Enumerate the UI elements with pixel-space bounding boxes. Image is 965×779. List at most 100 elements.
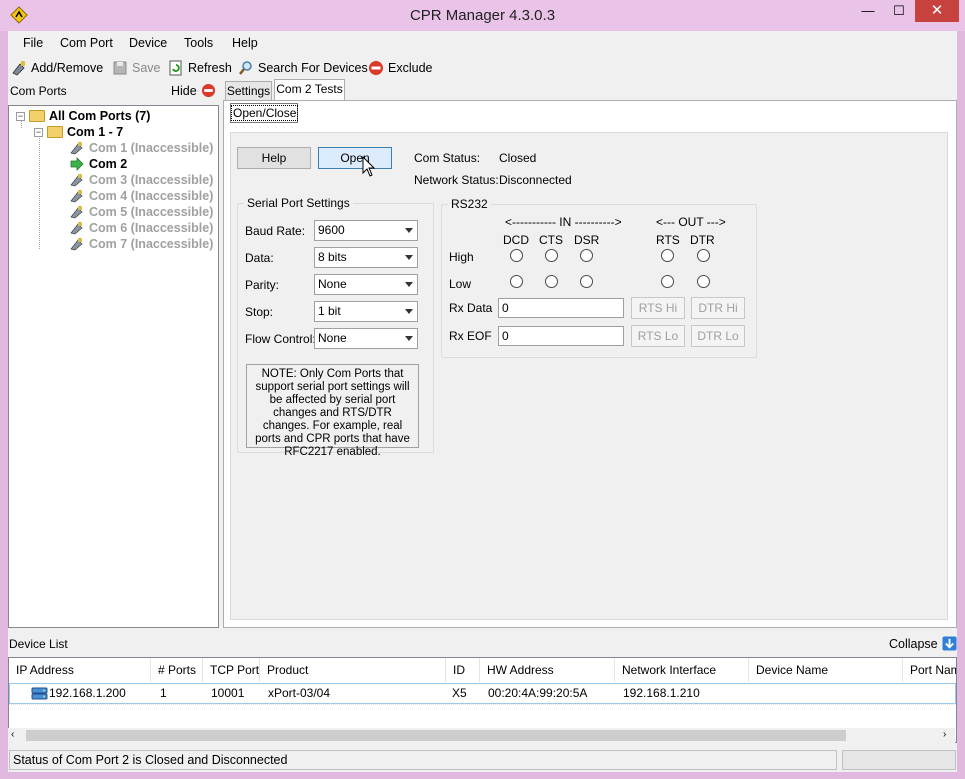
minimize-button[interactable]: —: [853, 0, 883, 22]
mouse-cursor-icon: [362, 156, 376, 177]
cell-ip-address: 192.168.1.200: [49, 686, 126, 700]
add-remove-button[interactable]: Add/Remove: [11, 59, 103, 77]
dtr-lo-button[interactable]: DTR Lo: [691, 325, 745, 347]
parity-label: Parity:: [245, 278, 280, 292]
com-ports-tree[interactable]: − All Com Ports (7) − Com 1 - 7 Com 1 (I…: [8, 105, 219, 628]
scroll-left-icon[interactable]: ‹: [11, 729, 14, 740]
search-devices-button[interactable]: Search For Devices: [238, 59, 368, 77]
tree-item-com6[interactable]: Com 6 (Inaccessible): [70, 220, 213, 236]
tree-group-label: Com 1 - 7: [67, 125, 124, 139]
collapse-icon[interactable]: −: [34, 127, 43, 137]
exclude-icon: [369, 61, 383, 75]
tree-item-label: Com 2: [89, 157, 128, 171]
folder-open-icon: [29, 110, 45, 122]
flow-control-select[interactable]: None: [314, 328, 418, 349]
exclude-label: Exclude: [388, 61, 433, 75]
col-ip-address[interactable]: IP Address: [9, 658, 151, 682]
col-ports[interactable]: # Ports: [151, 658, 203, 682]
hide-button[interactable]: Hide: [171, 83, 216, 98]
tree-item-com4[interactable]: Com 4 (Inaccessible): [70, 188, 213, 204]
low-label: Low: [449, 277, 472, 291]
cell-product: xPort-03/04: [268, 686, 331, 700]
save-icon: [113, 61, 127, 75]
high-label: High: [449, 250, 474, 264]
col-product[interactable]: Product: [260, 658, 446, 682]
tree-item-com5[interactable]: Com 5 (Inaccessible): [70, 204, 213, 220]
horizontal-scrollbar[interactable]: ‹ ›: [8, 728, 955, 743]
col-device-name[interactable]: Device Name: [749, 658, 903, 682]
menu-com-port[interactable]: Com Port: [60, 36, 113, 50]
cell-hw-address: 00:20:4A:99:20:5A: [488, 686, 588, 700]
scroll-right-icon[interactable]: ›: [943, 729, 946, 740]
chevron-down-icon: [405, 336, 413, 341]
out-signals-label: <--- OUT --->: [656, 215, 726, 229]
chevron-down-icon: [405, 228, 413, 233]
port-inaccessible-icon: [70, 174, 83, 187]
dsr-label: DSR: [574, 233, 600, 247]
rts-hi-button[interactable]: RTS Hi: [631, 297, 685, 319]
subtab-open-close[interactable]: Open/Close: [230, 103, 299, 123]
close-button[interactable]: ✕: [915, 0, 959, 22]
col-port-name[interactable]: Port Name: [903, 658, 956, 682]
title-bar[interactable]: CPR Manager 4.3.0.3 — ☐ ✕: [0, 0, 965, 31]
port-inaccessible-icon: [70, 222, 83, 235]
collapse-icon[interactable]: −: [16, 111, 25, 121]
rts-label: RTS: [656, 233, 680, 247]
status-progress: [842, 750, 956, 770]
rx-eof-label: Rx EOF: [449, 329, 492, 343]
network-status-label: Network Status:: [414, 173, 499, 187]
hide-label: Hide: [171, 83, 197, 98]
tree-root-label: All Com Ports (7): [49, 109, 151, 123]
search-devices-label: Search For Devices: [258, 61, 368, 75]
refresh-button[interactable]: Refresh: [168, 59, 232, 77]
tree-item-com1[interactable]: Com 1 (Inaccessible): [70, 140, 213, 156]
open-button[interactable]: Open: [318, 147, 392, 169]
baud-rate-select[interactable]: 9600: [314, 220, 418, 241]
table-row[interactable]: [9, 683, 956, 704]
tree-item-label: Com 5 (Inaccessible): [89, 205, 214, 219]
menu-help[interactable]: Help: [232, 36, 258, 50]
data-bits-value: 8 bits: [318, 250, 347, 264]
tree-item-com3[interactable]: Com 3 (Inaccessible): [70, 172, 213, 188]
collapse-button[interactable]: Collapse: [889, 636, 957, 651]
menu-tools[interactable]: Tools: [184, 36, 213, 50]
tree-item-label: Com 7 (Inaccessible): [89, 237, 214, 251]
arrow-down-icon: [942, 636, 957, 651]
chevron-down-icon: [405, 255, 413, 260]
port-inaccessible-icon: [70, 238, 83, 251]
tab-com2-tests[interactable]: Com 2 Tests: [274, 79, 345, 101]
tree-item-com2[interactable]: Com 2: [70, 156, 127, 172]
folder-open-icon: [47, 126, 63, 138]
col-tcp-port[interactable]: TCP Port: [203, 658, 260, 682]
tab-settings[interactable]: Settings: [225, 81, 272, 101]
cell-ports: 1: [160, 686, 167, 700]
col-id[interactable]: ID: [446, 658, 480, 682]
refresh-icon: [169, 60, 182, 76]
scrollbar-thumb[interactable]: [26, 730, 846, 741]
cell-tcp-port: 10001: [211, 686, 245, 700]
help-button[interactable]: Help: [237, 147, 311, 169]
data-bits-select[interactable]: 8 bits: [314, 247, 418, 268]
parity-select[interactable]: None: [314, 274, 418, 295]
tree-group[interactable]: − Com 1 - 7: [34, 124, 123, 140]
menu-file[interactable]: File: [23, 36, 43, 50]
rx-data-label: Rx Data: [449, 301, 493, 315]
save-button[interactable]: Save: [112, 59, 161, 77]
baud-rate-value: 9600: [318, 223, 345, 237]
baud-rate-label: Baud Rate:: [245, 224, 306, 238]
rts-lo-button[interactable]: RTS Lo: [631, 325, 685, 347]
rx-eof-field[interactable]: 0: [498, 326, 624, 346]
tree-item-com7[interactable]: Com 7 (Inaccessible): [70, 236, 213, 252]
col-hw-address[interactable]: HW Address: [480, 658, 615, 682]
collapse-label: Collapse: [889, 636, 938, 651]
rx-data-field[interactable]: 0: [498, 298, 624, 318]
rts-low-indicator: [661, 275, 674, 288]
exclude-button[interactable]: Exclude: [368, 59, 432, 77]
dtr-hi-button[interactable]: DTR Hi: [691, 297, 745, 319]
menu-device[interactable]: Device: [129, 36, 167, 50]
tree-root[interactable]: − All Com Ports (7): [16, 108, 150, 124]
dtr-low-indicator: [697, 275, 710, 288]
col-network-interface[interactable]: Network Interface: [615, 658, 749, 682]
stop-bits-select[interactable]: 1 bit: [314, 301, 418, 322]
maximize-button[interactable]: ☐: [884, 0, 914, 22]
